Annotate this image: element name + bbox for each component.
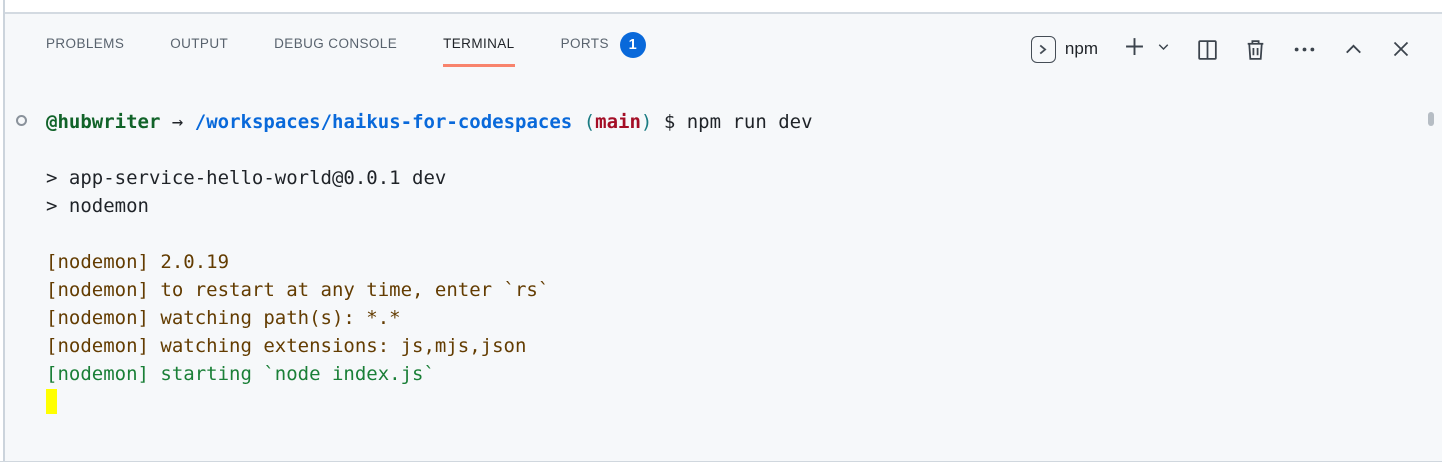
terminal-output-line: > nodemon xyxy=(46,192,1442,220)
terminal-scrollbar-thumb[interactable] xyxy=(1428,112,1434,126)
terminal-process-label: npm xyxy=(1065,39,1098,59)
command-status-circle-icon xyxy=(16,115,27,126)
tab-problems[interactable]: PROBLEMS xyxy=(46,36,124,67)
more-actions-button[interactable] xyxy=(1291,36,1318,63)
chevron-up-icon xyxy=(1341,37,1366,62)
active-terminal-selector[interactable]: npm xyxy=(1031,36,1098,63)
terminal-output-line: [nodemon] starting `node index.js` xyxy=(46,360,1442,388)
terminal-cursor xyxy=(46,389,57,414)
prompt-user: @hubwriter xyxy=(46,111,160,133)
blank-line xyxy=(46,136,1442,164)
panel-actions: npm xyxy=(1031,33,1413,65)
tab-ports-label: PORTS xyxy=(561,36,609,51)
split-editor-icon xyxy=(1195,37,1220,62)
panel-tabs: PROBLEMS OUTPUT DEBUG CONSOLE TERMINAL P… xyxy=(46,36,646,67)
close-panel-button[interactable] xyxy=(1389,37,1413,61)
terminal-output-line: > app-service-hello-world@0.0.1 dev xyxy=(46,164,1442,192)
terminal-icon xyxy=(1031,36,1056,63)
terminal-output-line: [nodemon] to restart at any time, enter … xyxy=(46,276,1442,304)
new-terminal-button[interactable] xyxy=(1121,33,1172,65)
chevron-down-icon[interactable] xyxy=(1155,38,1172,60)
prompt-arrow: → xyxy=(172,111,183,133)
maximize-panel-button[interactable] xyxy=(1341,37,1366,62)
tab-debug-console[interactable]: DEBUG CONSOLE xyxy=(274,36,397,67)
tab-terminal-label: TERMINAL xyxy=(443,36,514,51)
git-branch-name: main xyxy=(595,111,641,133)
prompt-command: $ npm run dev xyxy=(664,111,813,133)
prompt-path: /workspaces/haikus-for-codespaces xyxy=(195,111,573,133)
terminal-output-area[interactable]: @hubwriter → /workspaces/haikus-for-code… xyxy=(0,108,1442,416)
tab-terminal[interactable]: TERMINAL xyxy=(443,36,514,67)
branch-paren-close: ) xyxy=(641,111,652,133)
terminal-output-line: [nodemon] watching extensions: js,mjs,js… xyxy=(46,332,1442,360)
tab-debug-console-label: DEBUG CONSOLE xyxy=(274,36,397,51)
tab-output-label: OUTPUT xyxy=(170,36,228,51)
ports-count-badge: 1 xyxy=(620,32,646,58)
panel-left-border xyxy=(3,0,5,461)
close-icon xyxy=(1389,37,1413,61)
terminal-prompt-line: @hubwriter → /workspaces/haikus-for-code… xyxy=(46,108,1442,136)
trash-icon xyxy=(1243,37,1268,62)
terminal-panel: PROBLEMS OUTPUT DEBUG CONSOLE TERMINAL P… xyxy=(0,0,1442,462)
editor-bottom-strip xyxy=(0,0,1442,14)
panel-header: PROBLEMS OUTPUT DEBUG CONSOLE TERMINAL P… xyxy=(0,14,1442,86)
tab-output[interactable]: OUTPUT xyxy=(170,36,228,67)
kill-terminal-button[interactable] xyxy=(1243,37,1268,62)
terminal-output-line: [nodemon] 2.0.19 xyxy=(46,248,1442,276)
tab-problems-label: PROBLEMS xyxy=(46,36,124,51)
branch-paren-open: ( xyxy=(584,111,595,133)
plus-icon xyxy=(1121,33,1148,65)
terminal-cursor-line xyxy=(46,388,1442,416)
ellipsis-icon xyxy=(1291,36,1318,63)
split-terminal-button[interactable] xyxy=(1195,37,1220,62)
terminal-output-line: [nodemon] watching path(s): *.* xyxy=(46,304,1442,332)
blank-line xyxy=(46,220,1442,248)
tab-ports[interactable]: PORTS 1 xyxy=(561,36,646,67)
